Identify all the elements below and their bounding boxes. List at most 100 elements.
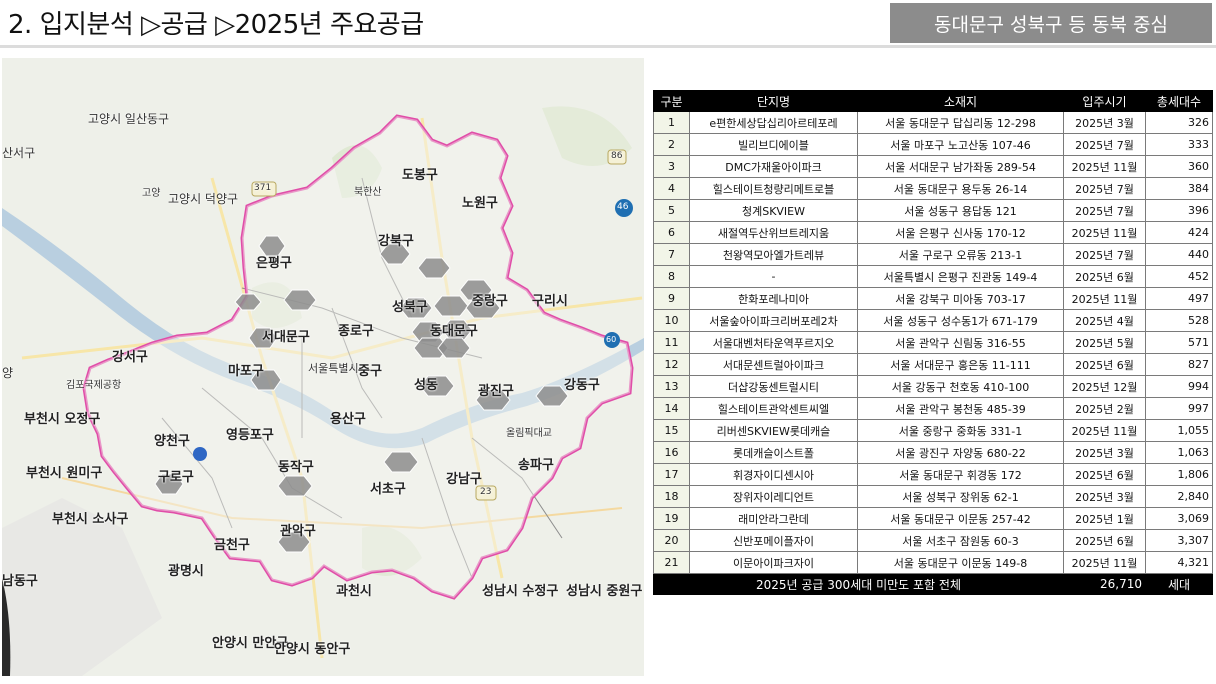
address: 서울 동대문구 이문동 149-8 bbox=[857, 551, 1064, 574]
col-header-complex: 단지명 bbox=[689, 90, 858, 112]
complex-name: 래미안라그란데 bbox=[689, 507, 858, 530]
complex-name: 더샵강동센트럴시티 bbox=[689, 375, 858, 398]
map-label-seongnam-sujeong: 성남시 수정구 bbox=[482, 584, 559, 599]
total-units: 1,063 bbox=[1145, 441, 1213, 464]
total-units: 424 bbox=[1145, 221, 1213, 244]
total-units: 497 bbox=[1145, 287, 1213, 310]
total-units: 440 bbox=[1145, 243, 1213, 266]
complex-name: - bbox=[689, 265, 858, 288]
table-row: 10 서울숲아이파크리버포레2차 서울 성동구 성수동1가 671-179 2025년… bbox=[653, 309, 1213, 332]
address: 서울 성북구 장위동 62-1 bbox=[857, 485, 1064, 508]
table-row: 3 DMC가재울아이파크 서울 서대문구 남가좌동 289-54 2025년 11월 3… bbox=[653, 155, 1213, 178]
complex-name: 롯데캐슬이스트폴 bbox=[689, 441, 858, 464]
address: 서울 은평구 신사동 170-12 bbox=[857, 221, 1064, 244]
map-label-goyang-deokyang: 고양시 덕양구 bbox=[168, 192, 239, 206]
table-row: 13 더샵강동센트럴시티 서울 강동구 천호동 410-100 2025년 12월 99… bbox=[653, 375, 1213, 398]
complex-name: e편한세상답십리아르테포레 bbox=[689, 111, 858, 134]
move-in-date: 2025년 7월 bbox=[1063, 133, 1146, 156]
row-number: 2 bbox=[653, 133, 690, 156]
address: 서울 성동구 용답동 121 bbox=[857, 199, 1064, 222]
table-footer-row: 2025년 공급 300세대 미만도 포함 전체 26,710 세대 bbox=[653, 573, 1213, 595]
map-label-anyang-dongan: 안양시 동안구 bbox=[274, 642, 351, 657]
footer-unit: 세대 bbox=[1145, 573, 1213, 595]
supply-table: 구분 단지명 소재지 입주시기 총세대수 1 e편한세상답십리아르테포레서울 동대… bbox=[653, 90, 1213, 595]
move-in-date: 2025년 6월 bbox=[1063, 353, 1146, 376]
complex-name: 휘경자이디센시아 bbox=[689, 463, 858, 486]
total-units: 994 bbox=[1145, 375, 1213, 398]
address: 서울 관악구 신림동 316-55 bbox=[857, 331, 1064, 354]
total-units: 2,840 bbox=[1145, 485, 1213, 508]
complex-name: 신반포메이플자이 bbox=[689, 529, 858, 552]
table-row: 11 서울대벤처타운역푸르지오 서울 관악구 신림동 316-55 2025년 5월 5… bbox=[653, 331, 1213, 354]
complex-name: 힐스테이트관악센트씨엘 bbox=[689, 397, 858, 420]
map-label-yangcheon: 양천구 bbox=[154, 434, 190, 449]
complex-name: 이문아이파크자이 bbox=[689, 551, 858, 574]
complex-name: 서울숲아이파크리버포레2차 bbox=[689, 309, 858, 332]
map-label-gwanak: 관악구 bbox=[280, 524, 316, 539]
complex-name: 힐스테이트청량리메트로블 bbox=[689, 177, 858, 200]
address: 서울 동대문구 이문동 257-42 bbox=[857, 507, 1064, 530]
map-label-gangnam: 강남구 bbox=[446, 472, 482, 487]
move-in-date: 2025년 12월 bbox=[1063, 375, 1146, 398]
map-label-gwacheon: 과천시 bbox=[336, 584, 372, 599]
row-number: 6 bbox=[653, 221, 690, 244]
road-46: 46 bbox=[617, 202, 629, 212]
table-row: 20 신반포메이플자이 서울 서초구 잠원동 60-3 2025년 6월 3,307 bbox=[653, 529, 1213, 552]
map-label-bucheon-wonmi: 부천시 원미구 bbox=[26, 466, 103, 481]
row-number: 10 bbox=[653, 309, 690, 332]
total-units: 396 bbox=[1145, 199, 1213, 222]
road-371: 371 bbox=[254, 183, 272, 193]
move-in-date: 2025년 11월 bbox=[1063, 551, 1146, 574]
map-label-geumcheon: 금천구 bbox=[214, 538, 250, 553]
complex-name: 한화포레나미아 bbox=[689, 287, 858, 310]
map-label-olympic-bridge: 올림픽대교 bbox=[506, 428, 552, 439]
complex-name: 장위자이레디언트 bbox=[689, 485, 858, 508]
map-label-gangseo: 강서구 bbox=[112, 350, 148, 365]
table-row: 2 빌리브디에이블 서울 마포구 노고산동 107-46 2025년 7월 333 bbox=[653, 133, 1213, 156]
total-units: 360 bbox=[1145, 155, 1213, 178]
move-in-date: 2025년 6월 bbox=[1063, 265, 1146, 288]
map-label-gangbuk: 강북구 bbox=[378, 234, 414, 249]
move-in-date: 2025년 5월 bbox=[1063, 331, 1146, 354]
table-row: 4 힐스테이트청량리메트로블 서울 동대문구 용두동 26-14 2025년 7월 38… bbox=[653, 177, 1213, 200]
address: 서울 성동구 성수동1가 671-179 bbox=[857, 309, 1064, 332]
row-number: 18 bbox=[653, 485, 690, 508]
address: 서울 서대문구 남가좌동 289-54 bbox=[857, 155, 1064, 178]
map-label-jungnang: 중랑구 bbox=[472, 294, 508, 309]
complex-name: 청계SKVIEW bbox=[689, 199, 858, 222]
total-units: 3,069 bbox=[1145, 507, 1213, 530]
map-label-seocho: 서초구 bbox=[370, 482, 406, 497]
row-number: 17 bbox=[653, 463, 690, 486]
total-units: 333 bbox=[1145, 133, 1213, 156]
table-row: 18 장위자이레디언트 서울 성북구 장위동 62-1 2025년 3월 2,840 bbox=[653, 485, 1213, 508]
map-label-seodaemun: 서대문구 bbox=[262, 330, 310, 345]
move-in-date: 2025년 2월 bbox=[1063, 397, 1146, 420]
map-label-guro: 구로구 bbox=[158, 470, 194, 485]
map-label-dobong: 도봉구 bbox=[402, 168, 438, 183]
table-row: 21 이문아이파크자이 서울 동대문구 이문동 149-8 2025년 11월 4,32… bbox=[653, 551, 1213, 574]
map-label-seoseo: 산서구 bbox=[2, 146, 36, 160]
complex-name: 리버센SKVIEW롯데캐슬 bbox=[689, 419, 858, 442]
map-label-gwangjin: 광진구 bbox=[478, 384, 514, 399]
table-row: 16 롯데캐슬이스트폴 서울 광진구 자양동 680-22 2025년 3월 1,063 bbox=[653, 441, 1213, 464]
road-60: 60 bbox=[606, 335, 617, 344]
seoul-supply-map[interactable]: 고양시 일산동구 산서구 고양시 덕양구 고양 371 86 46 23 60 … bbox=[2, 58, 644, 676]
complex-name: 서울대벤처타운역푸르지오 bbox=[689, 331, 858, 354]
row-number: 21 bbox=[653, 551, 690, 574]
move-in-date: 2025년 6월 bbox=[1063, 529, 1146, 552]
table-body: 1 e편한세상답십리아르테포레 서울 동대문구 답십리동 12-298 2025년 3… bbox=[653, 111, 1213, 574]
total-units: 571 bbox=[1145, 331, 1213, 354]
address: 서울 강동구 천호동 410-100 bbox=[857, 375, 1064, 398]
map-label-goyang-small: 고양 bbox=[142, 188, 161, 199]
table-header-row: 구분 단지명 소재지 입주시기 총세대수 bbox=[653, 90, 1213, 112]
col-header-units: 총세대수 bbox=[1145, 90, 1213, 112]
total-units: 1,055 bbox=[1145, 419, 1213, 442]
row-number: 1 bbox=[653, 111, 690, 134]
move-in-date: 2025년 1월 bbox=[1063, 507, 1146, 530]
row-number: 5 bbox=[653, 199, 690, 222]
road-23: 23 bbox=[480, 487, 492, 497]
map-label-jung: 중구 bbox=[358, 364, 382, 379]
address: 서울 중랑구 중화동 331-1 bbox=[857, 419, 1064, 442]
table-row: 5 청계SKVIEW 서울 성동구 용답동 121 2025년 7월 396 bbox=[653, 199, 1213, 222]
row-number: 20 bbox=[653, 529, 690, 552]
